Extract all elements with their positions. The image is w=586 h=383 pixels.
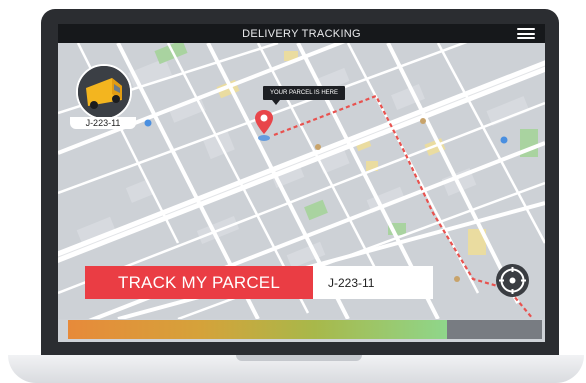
delivery-progress-fill [68, 320, 448, 339]
delivery-truck-icon[interactable] [76, 64, 132, 120]
title-bar: DELIVERY TRACKING [58, 24, 545, 43]
delivery-progress-bar [68, 320, 542, 339]
app-screen: DELIVERY TRACKING J-223-11 YOUR PARCEL I… [58, 24, 545, 342]
track-my-parcel-button[interactable]: TRACK MY PARCEL [85, 266, 313, 299]
tooltip-tail [272, 100, 280, 105]
laptop-base-notch [236, 355, 362, 361]
hamburger-menu-icon[interactable] [517, 28, 535, 39]
parcel-location-tooltip: YOUR PARCEL IS HERE [263, 86, 345, 100]
location-pin-icon[interactable] [254, 108, 274, 142]
tracking-number-input[interactable] [313, 266, 433, 299]
vehicle-id-label: J-223-11 [70, 117, 136, 129]
crosshair-locate-icon[interactable] [496, 264, 529, 297]
app-title: DELIVERY TRACKING [242, 27, 361, 40]
laptop-base [8, 355, 584, 383]
